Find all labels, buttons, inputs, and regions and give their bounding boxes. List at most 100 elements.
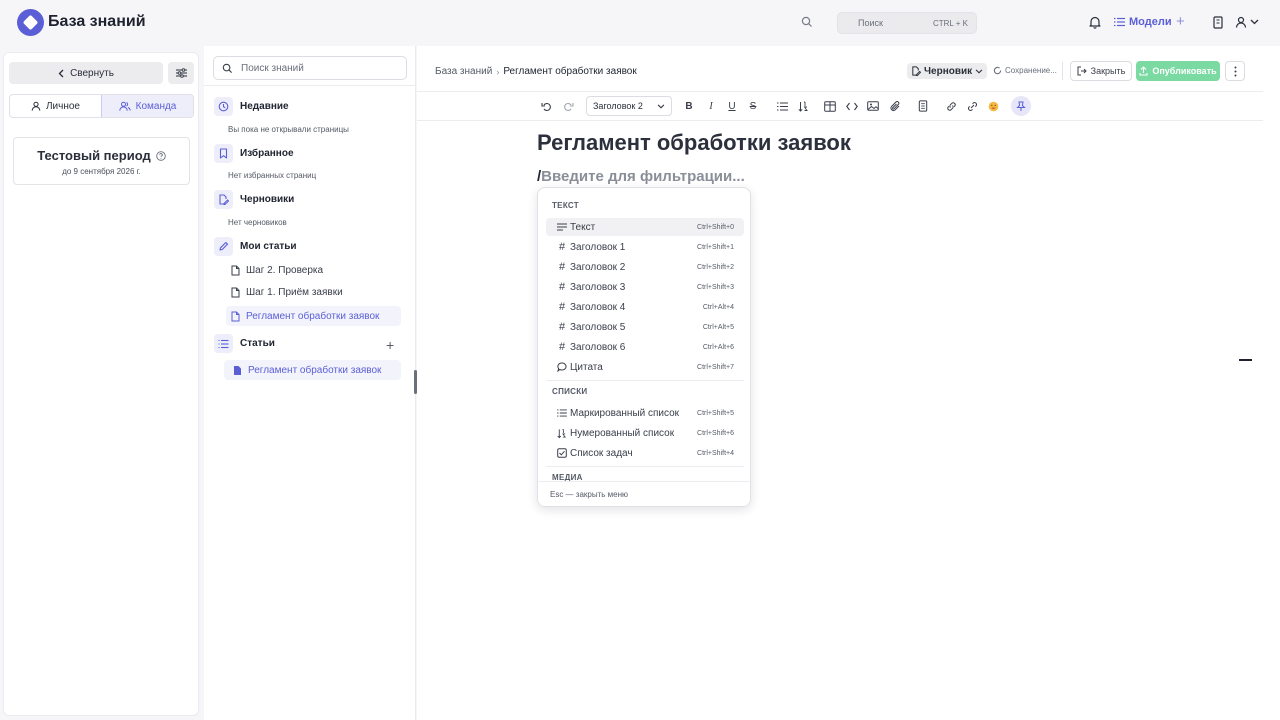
strikethrough-icon[interactable]: S (745, 98, 761, 114)
section-articles[interactable]: Статьи (214, 334, 275, 353)
menu-item-heading-5[interactable]: # Заголовок 5 Ctrl+Alt+5 (546, 318, 744, 336)
numbered-list-icon[interactable] (795, 98, 811, 114)
unlink-icon[interactable] (964, 98, 980, 114)
hash-icon: # (558, 321, 566, 333)
breadcrumb: База знаний › Регламент обработки заявок (435, 66, 637, 77)
more-vertical-icon (1234, 66, 1237, 77)
menu-item-heading-6[interactable]: # Заголовок 6 Ctrl+Alt+6 (546, 338, 744, 356)
divider (1062, 62, 1063, 80)
notifications-bell-icon[interactable] (1088, 15, 1102, 29)
bold-icon[interactable]: B (681, 98, 697, 114)
menu-item-heading-3[interactable]: # Заголовок 3 Ctrl+Shift+3 (546, 278, 744, 296)
add-model-plus-icon[interactable]: + (1176, 14, 1185, 29)
table-icon[interactable] (822, 98, 838, 114)
collapse-button[interactable]: Свернуть (9, 62, 163, 84)
redo-icon[interactable] (560, 98, 576, 114)
search-icon[interactable] (801, 16, 813, 28)
undo-icon[interactable] (538, 98, 554, 114)
team-icon (118, 101, 131, 111)
attachment-icon[interactable] (887, 98, 903, 114)
section-favorites[interactable]: Избранное (214, 144, 294, 163)
menu-item-numbered-list[interactable]: Нумерованный список Ctrl+Shift+6 (546, 424, 744, 442)
menu-item-label: Нумерованный список (570, 427, 675, 439)
pin-icon[interactable] (1011, 96, 1031, 116)
section-drafts-title: Черновики (240, 194, 295, 205)
menu-group-text: ТЕКСТ (552, 201, 579, 210)
help-icon[interactable] (155, 150, 166, 161)
upload-icon (1139, 66, 1148, 76)
text-lines-icon (556, 223, 568, 231)
link-icon[interactable] (943, 98, 959, 114)
chevron-down-icon (975, 68, 983, 74)
menu-item-heading-1[interactable]: # Заголовок 1 Ctrl+Shift+1 (546, 238, 744, 256)
tab-personal[interactable]: Личное (10, 95, 101, 117)
chevron-right-icon: › (496, 66, 500, 77)
my-article-item-active[interactable]: Регламент обработки заявок (226, 306, 401, 326)
menu-item-shortcut: Ctrl+Shift+7 (697, 363, 734, 371)
close-button[interactable]: Закрыть (1070, 61, 1132, 81)
sliders-icon (175, 68, 187, 78)
menu-item-label: Цитата (570, 361, 603, 373)
menu-item-label: Список задач (570, 447, 633, 459)
italic-icon[interactable]: I (703, 98, 719, 114)
menu-item-label: Текст (570, 221, 596, 233)
models-label: Модели (1129, 16, 1172, 28)
status-dropdown[interactable]: Черновик (907, 63, 988, 79)
draft-icon (214, 190, 233, 209)
menu-item-shortcut: Ctrl+Shift+6 (697, 429, 734, 437)
section-my-articles[interactable]: Мои статьи (214, 237, 297, 256)
menu-item-bullet-list[interactable]: Маркированный список Ctrl+Shift+5 (546, 404, 744, 422)
menu-item-heading-4[interactable]: # Заголовок 4 Ctrl+Alt+4 (546, 298, 744, 316)
app-logo-icon[interactable] (17, 9, 44, 36)
document-title[interactable]: Регламент обработки заявок (537, 130, 851, 156)
menu-item-task-list[interactable]: Список задач Ctrl+Shift+4 (546, 444, 744, 462)
breadcrumb-root[interactable]: База знаний (435, 66, 492, 77)
menu-item-text[interactable]: Текст Ctrl+Shift+0 (546, 218, 744, 236)
search-shortcut-hint: CTRL + K (932, 18, 968, 28)
collapse-panel-dash-icon[interactable] (1239, 359, 1252, 361)
more-options-button[interactable] (1225, 61, 1245, 81)
image-icon[interactable] (865, 98, 881, 114)
section-favorites-title: Избранное (240, 148, 294, 159)
divider (546, 380, 744, 381)
code-icon[interactable] (844, 98, 860, 114)
favorites-empty-text: Нет избранных страниц (228, 171, 317, 180)
editor-slash-command-line[interactable]: /Введите для фильтрации... (537, 168, 745, 185)
drafts-empty-text: Нет черновиков (228, 218, 287, 227)
emoji-icon[interactable] (985, 98, 1001, 114)
section-recent[interactable]: Недавние (214, 97, 289, 116)
tab-team[interactable]: Команда (101, 95, 193, 117)
menu-item-heading-2[interactable]: # Заголовок 2 Ctrl+Shift+2 (546, 258, 744, 276)
list-icon (214, 334, 233, 353)
bullet-list-icon[interactable] (774, 98, 790, 114)
menu-item-quote[interactable]: Цитата Ctrl+Shift+7 (546, 358, 744, 376)
heading-level-select[interactable]: Заголовок 2 (586, 96, 672, 116)
add-article-plus-icon[interactable]: + (386, 337, 394, 353)
article-item-active[interactable]: Регламент обработки заявок (224, 360, 401, 380)
search-icon (222, 63, 233, 74)
file-icon (231, 287, 240, 298)
top-bar: База знаний Поиск CTRL + K Модели + (0, 0, 1280, 46)
bookmark-icon (214, 144, 233, 163)
document-icon[interactable] (915, 98, 931, 114)
hash-icon: # (558, 281, 566, 293)
publish-button[interactable]: Опубликовать (1136, 61, 1220, 81)
menu-item-label: Заголовок 4 (570, 301, 626, 313)
document-icon[interactable] (1213, 16, 1223, 29)
trial-until-date: до 9 сентября 2026 г. (62, 167, 141, 176)
my-article-label: Регламент обработки заявок (246, 310, 380, 322)
global-search-input[interactable]: Поиск CTRL + K (837, 12, 977, 34)
models-button[interactable]: Модели (1114, 16, 1172, 28)
section-drafts[interactable]: Черновики (214, 190, 294, 209)
knowledge-search-input[interactable]: Поиск знаний (213, 56, 407, 80)
section-my-articles-title: Мои статьи (240, 241, 297, 252)
user-menu-button[interactable] (1235, 16, 1259, 28)
my-article-label: Шаг 1. Приём заявки (246, 287, 343, 298)
filter-settings-button[interactable] (168, 62, 194, 84)
scope-tabs: Личное Команда (9, 94, 194, 118)
my-article-item[interactable]: Шаг 1. Приём заявки (231, 287, 343, 298)
hash-icon: # (558, 261, 566, 273)
underline-icon[interactable]: U (724, 98, 740, 114)
my-article-item[interactable]: Шаг 2. Проверка (231, 265, 323, 276)
trial-title-row: Тестовый период (14, 148, 189, 163)
